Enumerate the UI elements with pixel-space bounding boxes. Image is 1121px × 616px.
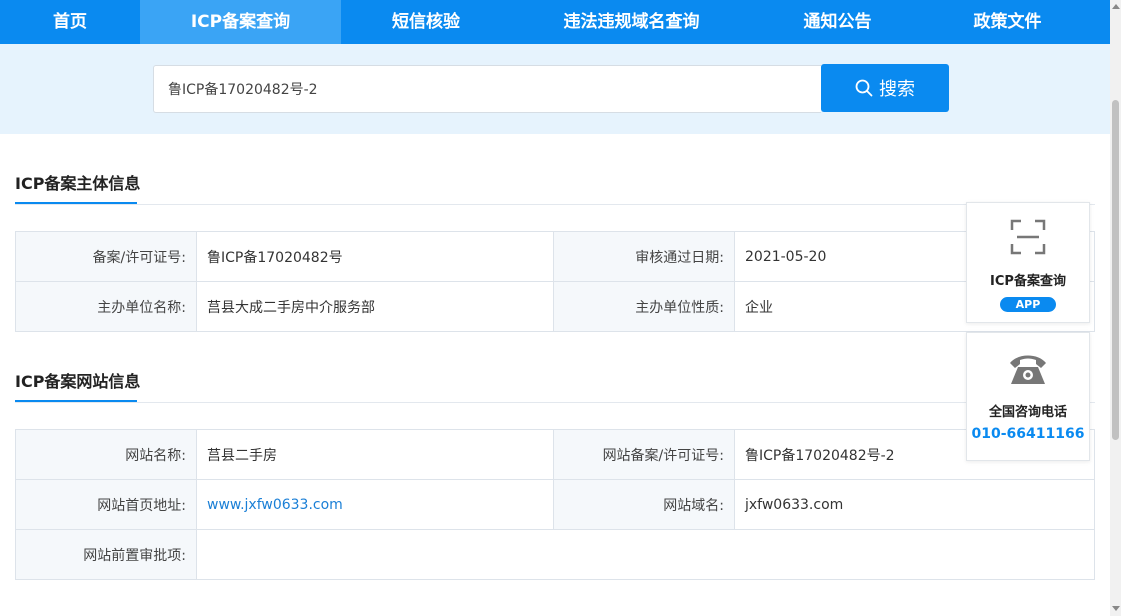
search-input[interactable]: [153, 65, 821, 113]
table-row: 网站前置审批项:: [15, 529, 1095, 580]
approve-date-label: 审核通过日期:: [553, 231, 735, 282]
search-icon: [855, 79, 873, 97]
nav-item-notices[interactable]: 通知公告: [752, 0, 923, 44]
homepage-label: 网站首页地址:: [15, 479, 197, 530]
scroll-up-arrow[interactable]: [1112, 4, 1120, 9]
website-section-title: ICP备案网站信息: [15, 368, 141, 402]
table-row: 网站名称: 莒县二手房 网站备案/许可证号: 鲁ICP备17020482号-2: [15, 429, 1095, 480]
site-license-label: 网站备案/许可证号:: [553, 429, 735, 480]
search-band: 搜索: [0, 44, 1110, 134]
website-divider: [15, 402, 1095, 403]
scroll-down-arrow[interactable]: [1112, 606, 1120, 611]
website-info-table: 网站名称: 莒县二手房 网站备案/许可证号: 鲁ICP备17020482号-2 …: [15, 429, 1095, 580]
top-nav: 首页 ICP备案查询 短信核验 违法违规域名查询 通知公告 政策文件: [0, 0, 1110, 44]
table-row: 网站首页地址: www.jxfw0633.com 网站域名: jxfw0633.…: [15, 479, 1095, 530]
org-name-value: 莒县大成二手房中介服务部: [196, 281, 554, 332]
nav-item-home[interactable]: 首页: [0, 0, 140, 44]
domain-label: 网站域名:: [553, 479, 735, 530]
subject-section-title: ICP备案主体信息: [15, 170, 141, 204]
site-name-value: 莒县二手房: [196, 429, 554, 480]
page-scrollbar[interactable]: [1110, 0, 1121, 616]
preapproval-label: 网站前置审批项:: [15, 529, 197, 580]
preapproval-value: [196, 529, 1095, 580]
homepage-link[interactable]: www.jxfw0633.com: [207, 497, 343, 513]
subject-divider: [15, 204, 1095, 205]
table-row: 备案/许可证号: 鲁ICP备17020482号 审核通过日期: 2021-05-…: [15, 231, 1095, 282]
license-label: 备案/许可证号:: [15, 231, 197, 282]
search-button-label: 搜索: [879, 79, 915, 100]
org-name-label: 主办单位名称:: [15, 281, 197, 332]
homepage-cell: www.jxfw0633.com: [196, 479, 554, 530]
hotline-card: 全国咨询电话 010-66411166: [966, 332, 1090, 461]
org-type-label: 主办单位性质:: [553, 281, 735, 332]
table-row: 主办单位名称: 莒县大成二手房中介服务部 主办单位性质: 企业: [15, 281, 1095, 332]
search-button[interactable]: 搜索: [821, 64, 949, 112]
nav-item-sms-verify[interactable]: 短信核验: [341, 0, 511, 44]
app-download-card[interactable]: ICP备案查询 APP: [966, 202, 1090, 323]
hotline-number: 010-66411166: [971, 426, 1085, 442]
hotline-title: 全国咨询电话: [988, 405, 1067, 420]
app-badge[interactable]: APP: [999, 297, 1057, 312]
site-name-label: 网站名称:: [15, 429, 197, 480]
nav-item-icp-query[interactable]: ICP备案查询: [140, 0, 341, 44]
subject-section-title-text: ICP备案主体信息: [15, 174, 141, 193]
domain-value: jxfw0633.com: [734, 479, 1095, 530]
nav-item-policies[interactable]: 政策文件: [923, 0, 1092, 44]
phone-icon: [1010, 355, 1046, 384]
app-card-title: ICP备案查询: [990, 274, 1066, 289]
website-section-title-text: ICP备案网站信息: [15, 372, 141, 391]
scan-icon: [1010, 219, 1046, 255]
scroll-thumb[interactable]: [1112, 100, 1119, 440]
license-value: 鲁ICP备17020482号: [196, 231, 554, 282]
subject-info-table: 备案/许可证号: 鲁ICP备17020482号 审核通过日期: 2021-05-…: [15, 231, 1095, 332]
nav-item-illegal-domain[interactable]: 违法违规域名查询: [511, 0, 752, 44]
